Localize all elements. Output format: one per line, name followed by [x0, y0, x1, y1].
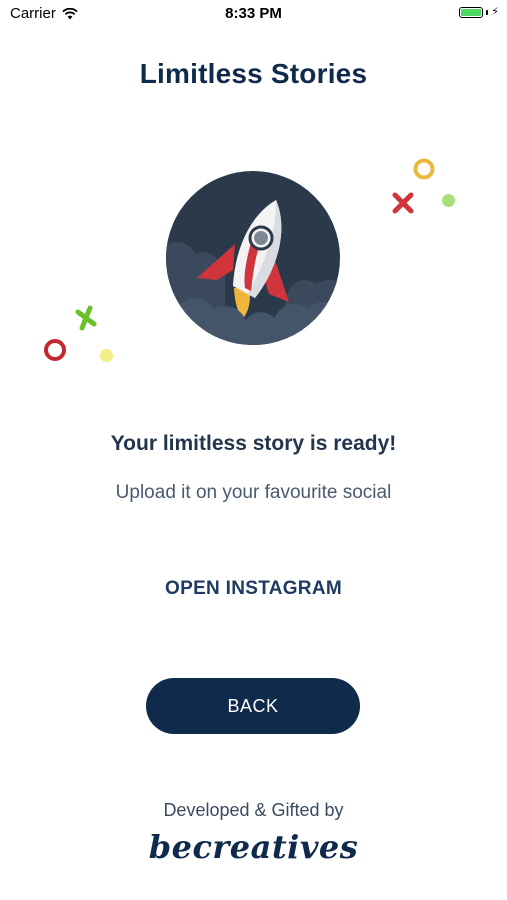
credits-text: Developed & Gifted by	[163, 800, 344, 820]
status-bar: Carrier 8:33 PM ⚡	[0, 0, 507, 28]
brand-logo: becreatives	[148, 828, 359, 866]
rocket-icon	[165, 170, 341, 346]
page-title: Limitless Stories	[139, 58, 368, 89]
back-button[interactable]: BACK	[146, 678, 360, 734]
battery-fill	[461, 9, 482, 16]
dot-yellow-icon	[99, 348, 114, 363]
ring-yellow-icon	[412, 157, 436, 181]
ring-red-icon	[42, 337, 68, 363]
dot-green-icon	[441, 193, 456, 208]
status-time: 8:33 PM	[225, 5, 282, 22]
battery-tip	[486, 10, 489, 15]
back-button-label: BACK	[227, 695, 279, 716]
cross-green-icon	[72, 304, 100, 332]
battery-icon: ⚡	[459, 7, 499, 18]
open-instagram-button[interactable]: OPEN INSTAGRAM	[0, 578, 507, 600]
charging-bolt-icon: ⚡	[491, 6, 499, 18]
success-subline: Upload it on your favourite social	[115, 482, 392, 503]
cross-red-icon	[389, 189, 417, 217]
success-headline: Your limitless story is ready!	[110, 432, 397, 455]
battery-body	[459, 7, 484, 18]
